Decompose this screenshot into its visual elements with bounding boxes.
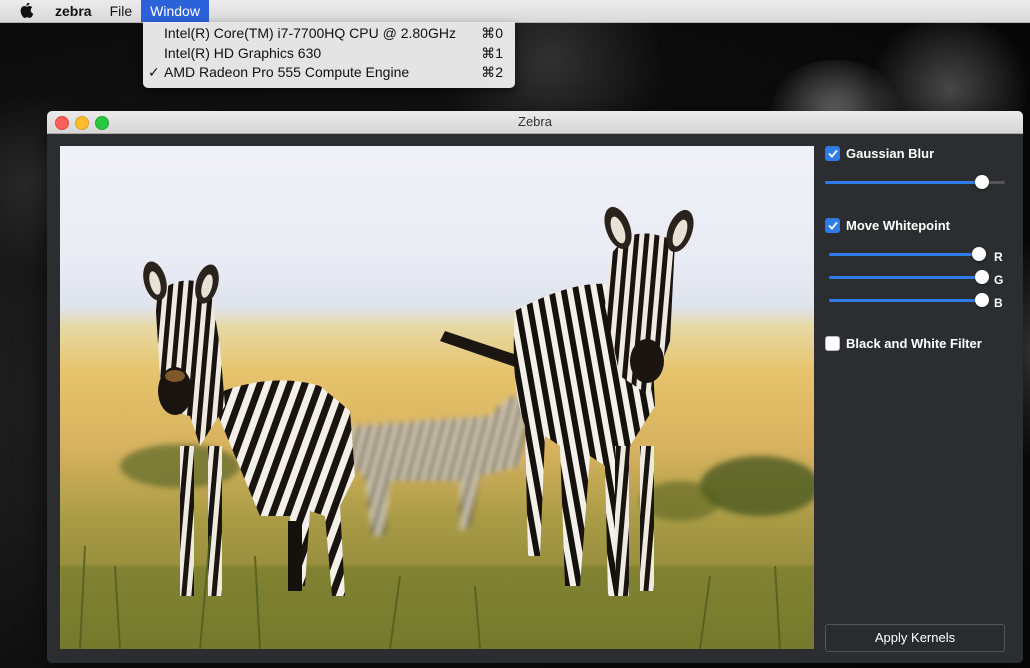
slider-fill [825, 181, 982, 184]
slider-knob[interactable] [972, 247, 986, 261]
slider-knob[interactable] [975, 270, 989, 284]
gaussian-blur-checkbox-row[interactable]: Gaussian Blur [825, 146, 934, 161]
gaussian-blur-slider[interactable] [825, 175, 1005, 189]
gaussian-blur-checkbox[interactable] [825, 146, 840, 161]
menu-window[interactable]: Window [141, 0, 209, 22]
move-whitepoint-label: Move Whitepoint [846, 218, 950, 233]
apple-logo-icon[interactable] [16, 3, 38, 19]
menu-file[interactable]: File [101, 0, 142, 22]
menu-item-label: Intel(R) HD Graphics 630 [164, 44, 322, 61]
menu-item-label: AMD Radeon Pro 555 Compute Engine [164, 64, 410, 80]
slider-fill [829, 253, 979, 256]
gaussian-blur-label: Gaussian Blur [846, 146, 935, 161]
menu-app-name[interactable]: zebra [46, 0, 101, 22]
menu-bar: zebra File Window [0, 0, 1030, 23]
window-menu-item-amd-gpu[interactable]: ✓ AMD Radeon Pro 555 Compute Engine ⌘2 [143, 63, 515, 83]
whitepoint-b-label: B [994, 296, 1003, 310]
menu-item-shortcut: ⌘2 [481, 64, 503, 80]
whitepoint-r-label: R [994, 250, 1003, 264]
move-whitepoint-checkbox[interactable] [825, 218, 840, 233]
window-title: Zebra [518, 114, 552, 129]
slider-knob[interactable] [975, 175, 989, 189]
filter-control-panel: Gaussian Blur Move Whitepoint R G B Blac… [825, 146, 1015, 656]
checkmark-icon [827, 149, 838, 158]
slider-fill [829, 299, 982, 302]
move-whitepoint-checkbox-row[interactable]: Move Whitepoint [825, 218, 950, 233]
bw-filter-label: Black and White Filter [846, 336, 982, 351]
window-menu-item-cpu[interactable]: Intel(R) Core(TM) i7-7700HQ CPU @ 2.80GH… [143, 24, 515, 44]
zebra-image-view [60, 146, 814, 649]
window-menu-item-intel-gpu[interactable]: Intel(R) HD Graphics 630 ⌘1 [143, 44, 515, 64]
menu-item-shortcut: ⌘1 [481, 44, 503, 61]
slider-fill [829, 276, 982, 279]
menu-item-label: Intel(R) Core(TM) i7-7700HQ CPU @ 2.80GH… [164, 25, 456, 41]
app-window: Zebra Gaussian Blur Move Whitepoint R G … [47, 111, 1023, 663]
window-menu-dropdown: Intel(R) Core(TM) i7-7700HQ CPU @ 2.80GH… [143, 22, 515, 88]
slider-knob[interactable] [975, 293, 989, 307]
whitepoint-r-slider[interactable] [829, 247, 986, 261]
apply-kernels-button[interactable]: Apply Kernels [825, 624, 1005, 652]
window-titlebar[interactable]: Zebra [47, 111, 1023, 134]
bw-filter-checkbox-row[interactable]: Black and White Filter [825, 336, 982, 351]
checkmark-icon [827, 221, 838, 230]
whitepoint-g-slider[interactable] [829, 270, 989, 284]
bw-filter-checkbox[interactable] [825, 336, 840, 351]
menu-check-icon: ✓ [148, 64, 160, 80]
menu-item-shortcut: ⌘0 [481, 25, 503, 41]
whitepoint-g-label: G [994, 273, 1004, 287]
whitepoint-b-slider[interactable] [829, 293, 989, 307]
